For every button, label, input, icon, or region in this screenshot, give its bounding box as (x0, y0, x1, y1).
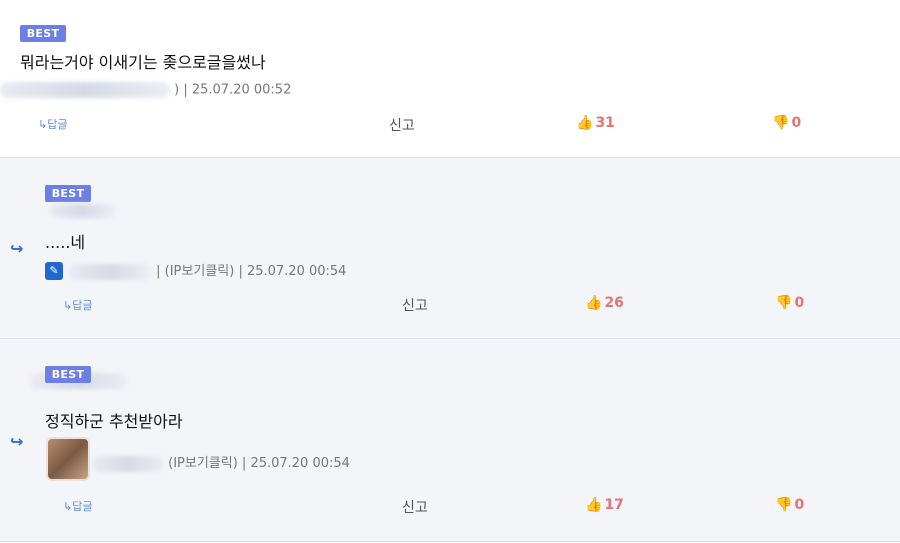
comment-meta: | (IP보기클릭) | 25.07.20 00:54 (68, 260, 346, 280)
best-badge: BEST (45, 366, 91, 383)
dislike-count: 0 (794, 497, 805, 513)
dislike-count: 0 (794, 295, 805, 311)
dislike-button[interactable]: 👎 0 (772, 115, 801, 131)
comment-text: 뭐라는거야 이새기는 좆으로글을썼나 (20, 53, 266, 72)
like-button[interactable]: 👍 17 (585, 497, 624, 513)
best-badge: BEST (45, 185, 91, 202)
comment-text: .....네 (45, 233, 86, 252)
blurred-username (0, 82, 170, 98)
comment-1: BEST 뭐라는거야 이새기는 좆으로글을썼나 ) | 25.07.20 00:… (0, 0, 900, 158)
reply-button[interactable]: ↳답글 (63, 297, 92, 313)
thumb-up-icon: 👍 (576, 115, 594, 131)
comment-meta: (IP보기클릭) | 25.07.20 00:54 (92, 452, 350, 472)
report-button[interactable]: 신고 (389, 115, 415, 135)
dislike-button[interactable]: 👎 0 (775, 295, 804, 311)
reply-arrow-icon: ↪ (10, 239, 24, 258)
edit-icon[interactable]: ✎ (45, 262, 63, 280)
comment-meta-text: ) | 25.07.20 00:52 (174, 82, 292, 98)
comment-3: BEST ↪ 정직하군 추천받아라 (IP보기클릭) | 25.07.20 00… (0, 339, 900, 542)
comment-meta-text: | (IP보기클릭) | 25.07.20 00:54 (156, 264, 347, 279)
thumb-up-icon: 👍 (585, 295, 603, 311)
like-count: 17 (604, 497, 624, 513)
thumb-down-icon: 👎 (775, 295, 793, 311)
report-button[interactable]: 신고 (402, 497, 428, 517)
blurred-username (92, 455, 164, 472)
comment-meta: ) | 25.07.20 00:52 (0, 82, 291, 98)
blurred-avatar (50, 204, 116, 218)
dislike-count: 0 (791, 115, 802, 131)
report-button[interactable]: 신고 (402, 295, 428, 315)
like-count: 26 (604, 295, 624, 311)
blurred-username (68, 263, 152, 280)
dislike-button[interactable]: 👎 0 (775, 497, 804, 513)
like-button[interactable]: 👍 26 (585, 295, 624, 311)
reply-arrow-icon: ↪ (10, 432, 24, 451)
like-button[interactable]: 👍 31 (576, 115, 615, 131)
thumb-down-icon: 👎 (772, 115, 790, 131)
thumb-up-icon: 👍 (585, 497, 603, 513)
reply-button[interactable]: ↳답글 (63, 498, 92, 514)
like-count: 31 (595, 115, 615, 131)
reply-button[interactable]: ↳답글 (38, 116, 67, 132)
comment-text: 정직하군 추천받아라 (45, 412, 183, 431)
thumb-down-icon: 👎 (775, 497, 793, 513)
user-avatar (46, 437, 90, 481)
comment-meta-text: (IP보기클릭) | 25.07.20 00:54 (168, 456, 350, 471)
best-badge: BEST (20, 25, 66, 42)
comment-2: BEST ↪ .....네 ✎ | (IP보기클릭) | 25.07.20 00… (0, 158, 900, 339)
